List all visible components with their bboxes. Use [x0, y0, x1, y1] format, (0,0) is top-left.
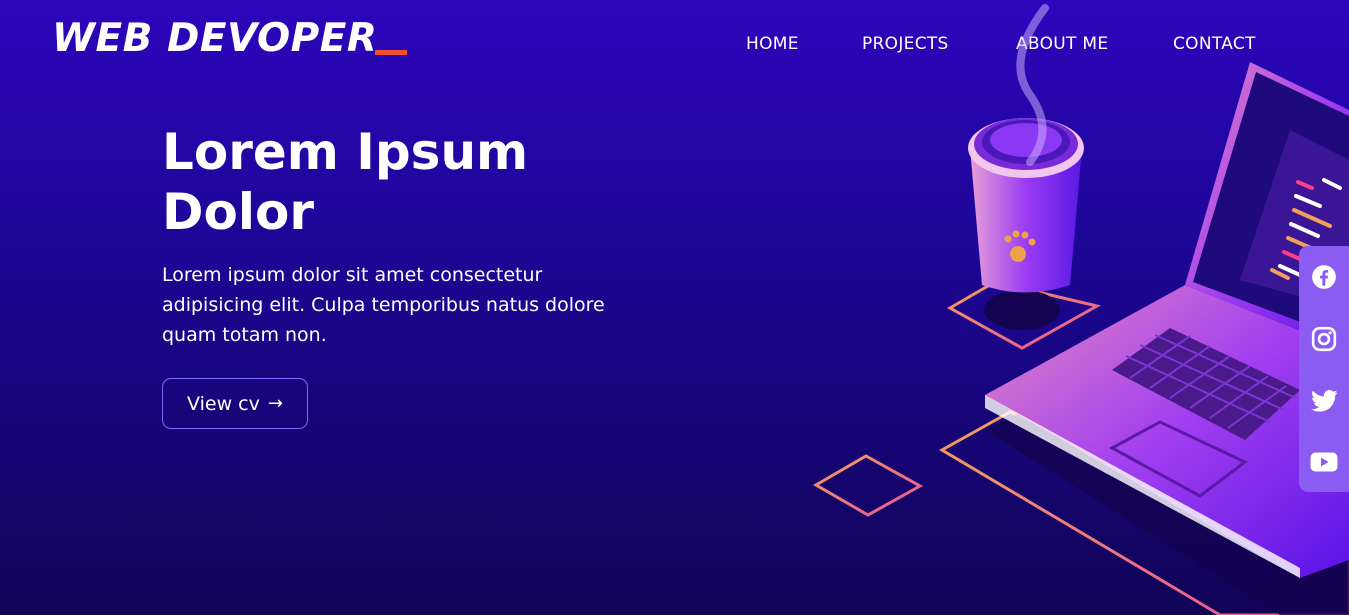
- twitter-icon[interactable]: [1310, 387, 1338, 415]
- social-bar: [1299, 246, 1349, 492]
- facebook-icon[interactable]: [1310, 263, 1338, 291]
- view-cv-button[interactable]: View cv →: [162, 378, 308, 429]
- arrow-right-icon: →: [267, 393, 283, 414]
- youtube-icon[interactable]: [1310, 448, 1338, 476]
- instagram-icon[interactable]: [1310, 325, 1338, 353]
- logo[interactable]: WEB DEVOPER: [52, 16, 408, 61]
- logo-text: WEB DEVOPER: [52, 16, 378, 61]
- hero-description: Lorem ipsum dolor sit amet consectetur a…: [162, 264, 605, 346]
- hero-title: Lorem Ipsum Dolor: [162, 123, 529, 241]
- view-cv-label: View cv: [187, 392, 260, 415]
- logo-underscore: [375, 50, 408, 55]
- developer-illustration: [813, 4, 1349, 615]
- floor-outline-left: [813, 454, 924, 517]
